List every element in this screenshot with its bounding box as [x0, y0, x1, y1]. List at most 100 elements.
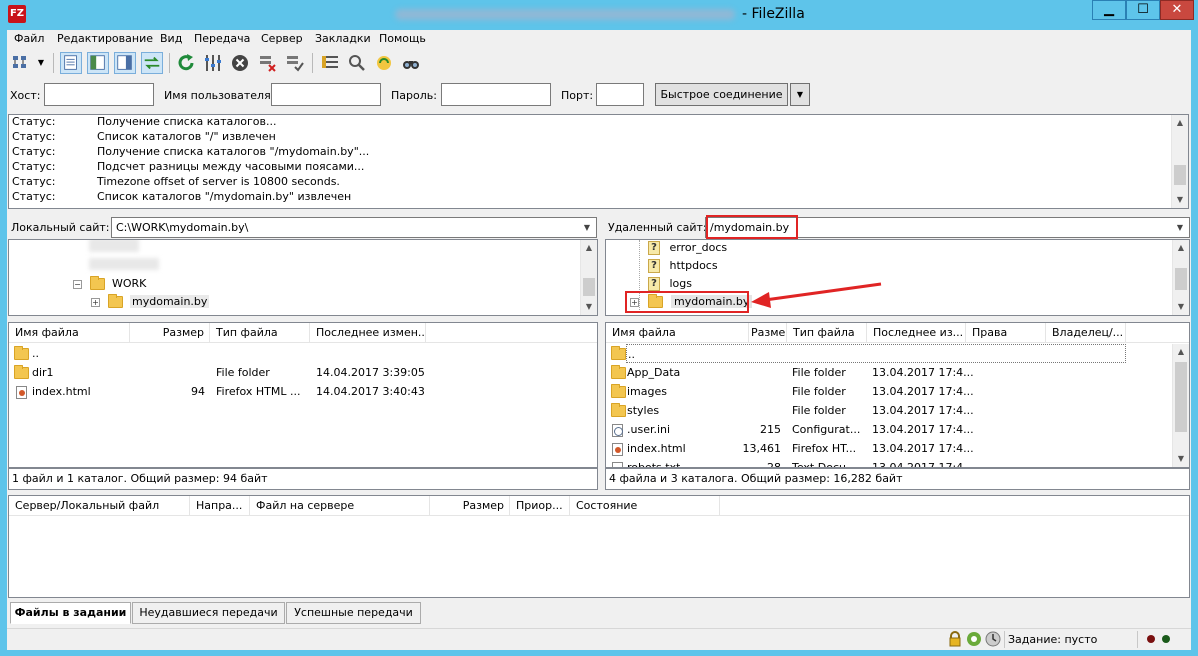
tab-queued-files[interactable]: Файлы в задании [10, 602, 131, 624]
tree-item-httpdocs[interactable]: ? httpdocs [648, 257, 718, 275]
menu-edit[interactable]: Редактирование [57, 32, 153, 45]
column-status[interactable]: Состояние [570, 496, 720, 516]
site-manager-icon[interactable] [10, 52, 32, 74]
tree-item-work[interactable]: − WORK [73, 275, 146, 293]
column-priority[interactable]: Приор... [510, 496, 570, 516]
transfer-queue[interactable]: Сервер/Локальный файл Напра... Файл на с… [8, 495, 1190, 598]
column-local-file[interactable]: Сервер/Локальный файл [9, 496, 190, 516]
toggle-local-tree-icon[interactable] [87, 52, 109, 74]
log-scrollbar[interactable]: ▲ ▼ [1171, 115, 1188, 208]
local-status-line: 1 файл и 1 каталог. Общий размер: 94 бай… [8, 468, 598, 490]
column-size[interactable]: Размер [430, 496, 510, 516]
column-remote-file[interactable]: Файл на сервере [250, 496, 430, 516]
minimize-button[interactable]: ▁ [1092, 0, 1126, 20]
sync-browse-icon[interactable] [373, 52, 395, 74]
remote-file-list[interactable]: Имя файла Размер Тип файла Последнее из.… [605, 322, 1190, 468]
scroll-thumb[interactable] [1174, 165, 1186, 185]
file-row[interactable]: .. [9, 344, 597, 363]
speed-limit-icon[interactable] [966, 631, 982, 647]
column-modified[interactable]: Последнее из... [867, 323, 966, 343]
file-row[interactable]: images File folder 13.04.2017 17:4... [606, 382, 1189, 401]
dropdown-arrow-icon[interactable]: ▼ [35, 52, 47, 74]
column-filename[interactable]: Имя файла [606, 323, 749, 343]
remote-list-scrollbar[interactable]: ▲ ▼ [1172, 344, 1189, 467]
password-input[interactable] [441, 83, 551, 106]
remote-tree-scrollbar[interactable]: ▲ ▼ [1172, 240, 1189, 315]
username-input[interactable] [271, 83, 381, 106]
file-row[interactable]: dir1 File folder 14.04.2017 3:39:05 [9, 363, 597, 382]
local-file-list[interactable]: Имя файла Размер Тип файла Последнее изм… [8, 322, 598, 468]
column-filename[interactable]: Имя файла [9, 323, 130, 343]
quickconnect-button[interactable]: Быстрое соединение [655, 83, 788, 106]
column-filetype[interactable]: Тип файла [210, 323, 310, 343]
scroll-down-icon[interactable]: ▼ [1172, 192, 1188, 208]
menu-transfer[interactable]: Передача [194, 32, 250, 45]
local-tree-scrollbar[interactable]: ▲ ▼ [580, 240, 597, 315]
file-row[interactable]: index.html 94 Firefox HTML ... 14.04.201… [9, 382, 597, 401]
collapse-icon[interactable]: − [73, 279, 82, 289]
scroll-thumb[interactable] [1175, 268, 1187, 290]
menu-help[interactable]: Помощь [379, 32, 426, 45]
directory-filter-icon[interactable] [319, 52, 341, 74]
tree-item-mydomain[interactable]: + mydomain.by [91, 293, 210, 311]
scroll-up-icon[interactable]: ▲ [1173, 344, 1189, 360]
local-directory-tree[interactable]: − WORK + mydomain.by ▲ ▼ [8, 239, 598, 316]
close-button[interactable]: ✕ [1160, 0, 1194, 20]
file-row[interactable]: .. [606, 344, 1189, 363]
chevron-down-icon[interactable]: ▼ [1172, 218, 1188, 237]
scroll-up-icon[interactable]: ▲ [1173, 240, 1189, 256]
scroll-down-icon[interactable]: ▼ [1173, 451, 1189, 467]
refresh-icon[interactable] [175, 52, 197, 74]
chevron-down-icon[interactable]: ▼ [579, 218, 595, 237]
file-row[interactable]: App_Data File folder 13.04.2017 17:4... [606, 363, 1189, 382]
menu-bookmarks[interactable]: Закладки [315, 32, 371, 45]
blurred-tree-item [89, 240, 139, 252]
toggle-log-icon[interactable] [60, 52, 82, 74]
toggle-remote-tree-icon[interactable] [114, 52, 136, 74]
scroll-down-icon[interactable]: ▼ [1173, 299, 1189, 315]
filter-status-icon[interactable] [985, 631, 1001, 647]
port-input[interactable] [596, 83, 644, 106]
tree-item-label: logs [669, 277, 693, 290]
column-permissions[interactable]: Права [966, 323, 1046, 343]
column-direction[interactable]: Напра... [190, 496, 250, 516]
maximize-button[interactable]: ☐ [1126, 0, 1160, 20]
scroll-up-icon[interactable]: ▲ [581, 240, 597, 256]
process-queue-icon[interactable] [202, 52, 224, 74]
reconnect-icon[interactable] [284, 52, 306, 74]
column-size[interactable]: Размер [130, 323, 210, 343]
toggle-queue-icon[interactable] [141, 52, 163, 74]
menu-server[interactable]: Сервер [261, 32, 303, 45]
file-row[interactable]: robots.txt 28 Text Docu... 13.04.2017 17… [606, 458, 1189, 467]
column-size[interactable]: Размер [749, 323, 787, 343]
filezilla-app-icon[interactable]: FZ [8, 5, 26, 23]
scroll-thumb[interactable] [583, 278, 595, 296]
host-input[interactable] [44, 83, 154, 106]
expand-icon[interactable]: + [91, 297, 100, 307]
local-path-value: C:\WORK\mydomain.by\ [116, 221, 249, 234]
menu-view[interactable]: Вид [160, 32, 182, 45]
blurred-tree-item [89, 258, 159, 270]
compare-icon[interactable] [346, 52, 368, 74]
tree-item-error-docs[interactable]: ? error_docs [648, 240, 727, 257]
cancel-icon[interactable] [229, 52, 251, 74]
column-filetype[interactable]: Тип файла [787, 323, 867, 343]
scroll-up-icon[interactable]: ▲ [1172, 115, 1188, 131]
local-path-combobox[interactable]: C:\WORK\mydomain.by\ ▼ [111, 217, 597, 238]
highlight-arrow-icon [751, 282, 882, 308]
search-icon[interactable] [400, 52, 422, 74]
app-client-area: Файл Редактирование Вид Передача Сервер … [7, 30, 1191, 650]
file-row[interactable]: styles File folder 13.04.2017 17:4... [606, 401, 1189, 420]
message-log[interactable]: Статус: Получение списка каталогов... Ста… [8, 114, 1189, 209]
disconnect-icon[interactable] [257, 52, 279, 74]
tab-successful-transfers[interactable]: Успешные передачи [286, 602, 421, 624]
file-row[interactable]: .user.ini 215 Configurat... 13.04.2017 1… [606, 420, 1189, 439]
column-owner[interactable]: Владелец/... [1046, 323, 1126, 343]
menu-file[interactable]: Файл [14, 32, 44, 45]
tab-failed-transfers[interactable]: Неудавшиеся передачи [132, 602, 285, 624]
column-modified[interactable]: Последнее измен... [310, 323, 426, 343]
scroll-down-icon[interactable]: ▼ [581, 299, 597, 315]
quickconnect-history-dropdown[interactable]: ▼ [790, 83, 810, 106]
scroll-thumb[interactable] [1175, 362, 1187, 432]
file-row[interactable]: index.html 13,461 Firefox HT... 13.04.20… [606, 439, 1189, 458]
